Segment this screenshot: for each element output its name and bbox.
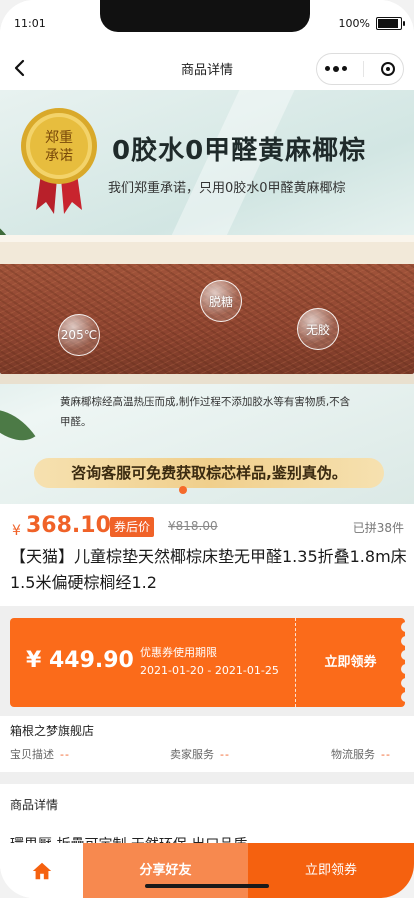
sold-count: 已拼38件 bbox=[352, 521, 404, 535]
battery-status: 100% bbox=[338, 17, 405, 30]
home-indicator bbox=[145, 884, 269, 888]
rating-value: -- bbox=[60, 748, 70, 761]
battery-fill bbox=[378, 19, 398, 28]
status-bar: 11:01 100% bbox=[0, 0, 414, 46]
status-time: 11:01 bbox=[14, 17, 46, 30]
price-row: ¥ 368.10 券后价 ¥818.00 已拼38件 bbox=[0, 504, 414, 542]
shop-rating: 物流服务 -- bbox=[331, 746, 391, 762]
shop-rating: 宝贝描述 -- bbox=[10, 746, 70, 762]
bubble-label: 205℃ bbox=[58, 314, 100, 356]
rating-value: -- bbox=[381, 748, 391, 761]
original-price: ¥818.00 bbox=[168, 519, 218, 533]
rating-label: 宝贝描述 bbox=[10, 748, 54, 761]
rating-label: 卖家服务 bbox=[170, 748, 214, 761]
shop-name: 箱根之梦旗舰店 bbox=[10, 724, 95, 738]
share-button[interactable]: 分享好友 bbox=[83, 843, 248, 898]
carousel-indicator bbox=[179, 486, 187, 494]
bubble-label: 脱糖 bbox=[200, 280, 242, 322]
home-icon bbox=[32, 862, 51, 879]
rating-label: 物流服务 bbox=[331, 748, 375, 761]
currency-symbol: ¥ bbox=[12, 523, 21, 539]
banner-description: 黄麻椰棕经高温热压而成,制作过程不添加胶水等有害物质,不含甲醛。 bbox=[60, 396, 351, 428]
banner-cta-pill: 咨询客服可免费获取棕芯样品,鉴别真伪。 bbox=[34, 458, 384, 488]
mattress-fabric-layer bbox=[0, 242, 414, 264]
battery-percent: 100% bbox=[338, 17, 370, 30]
bottom-action-bar: 分享好友 立即领券 bbox=[0, 843, 414, 898]
detail-section-title: 商品详情 bbox=[10, 798, 59, 812]
shop-rating: 卖家服务 -- bbox=[170, 746, 230, 762]
phone-screen: 11:01 100% 商品详情 郑重 承诺 0胶水0甲醛黄麻椰棕 我们郑重承诺，… bbox=[0, 0, 414, 898]
coupon-card[interactable]: ¥ 449.90 优惠券使用期限 2021-01-20 - 2021-01-25… bbox=[10, 618, 405, 707]
leaf-decoration bbox=[0, 395, 36, 455]
coupon-date-range: 2021-01-20 - 2021-01-25 bbox=[140, 664, 279, 677]
bubble-label: 无胶 bbox=[297, 308, 339, 350]
capsule-divider bbox=[363, 61, 365, 77]
promise-medal-icon: 郑重 承诺 bbox=[21, 108, 97, 214]
coupon-rule: 优惠券使用期限 bbox=[140, 646, 217, 659]
product-detail-section: 商品详情 環思壓 折疊可定制 天然环保 出口品质 bbox=[0, 784, 414, 853]
notch bbox=[100, 0, 310, 32]
current-price: 368.10 bbox=[26, 513, 111, 538]
target-circle-icon[interactable] bbox=[380, 62, 395, 76]
product-title: 【天猫】儿童棕垫天然椰棕床垫无甲醛1.35折叠1.8m床1.5米偏硬棕榈经1.2 bbox=[10, 547, 407, 592]
coir-mattress-layer bbox=[0, 264, 414, 374]
medal-line-1: 郑重 bbox=[45, 130, 73, 146]
product-banner[interactable]: 郑重 承诺 0胶水0甲醛黄麻椰棕 我们郑重承诺，只用0胶水0甲醛黄麻椰棕 205… bbox=[0, 90, 414, 504]
mattress-base bbox=[0, 374, 414, 384]
shop-info[interactable]: 箱根之梦旗舰店 宝贝描述 -- 卖家服务 -- 物流服务 -- bbox=[0, 716, 414, 772]
nav-bar: 商品详情 bbox=[0, 46, 414, 90]
battery-icon bbox=[376, 17, 405, 30]
medal-line-2: 承诺 bbox=[45, 148, 73, 164]
home-button[interactable] bbox=[0, 843, 83, 898]
claim-coupon-button[interactable]: 立即领券 bbox=[296, 618, 405, 707]
rating-value: -- bbox=[220, 748, 230, 761]
section-gap bbox=[0, 772, 414, 784]
after-coupon-tag: 券后价 bbox=[110, 517, 155, 537]
coupon-amount: ¥ 449.90 bbox=[26, 648, 134, 673]
claim-button[interactable]: 立即领券 bbox=[248, 843, 414, 898]
banner-headline: 0胶水0甲醛黄麻椰棕 bbox=[112, 136, 367, 166]
more-dots-icon[interactable] bbox=[325, 65, 348, 72]
banner-subline: 我们郑重承诺，只用0胶水0甲醛黄麻椰棕 bbox=[108, 181, 346, 196]
mini-program-capsule bbox=[316, 53, 404, 85]
